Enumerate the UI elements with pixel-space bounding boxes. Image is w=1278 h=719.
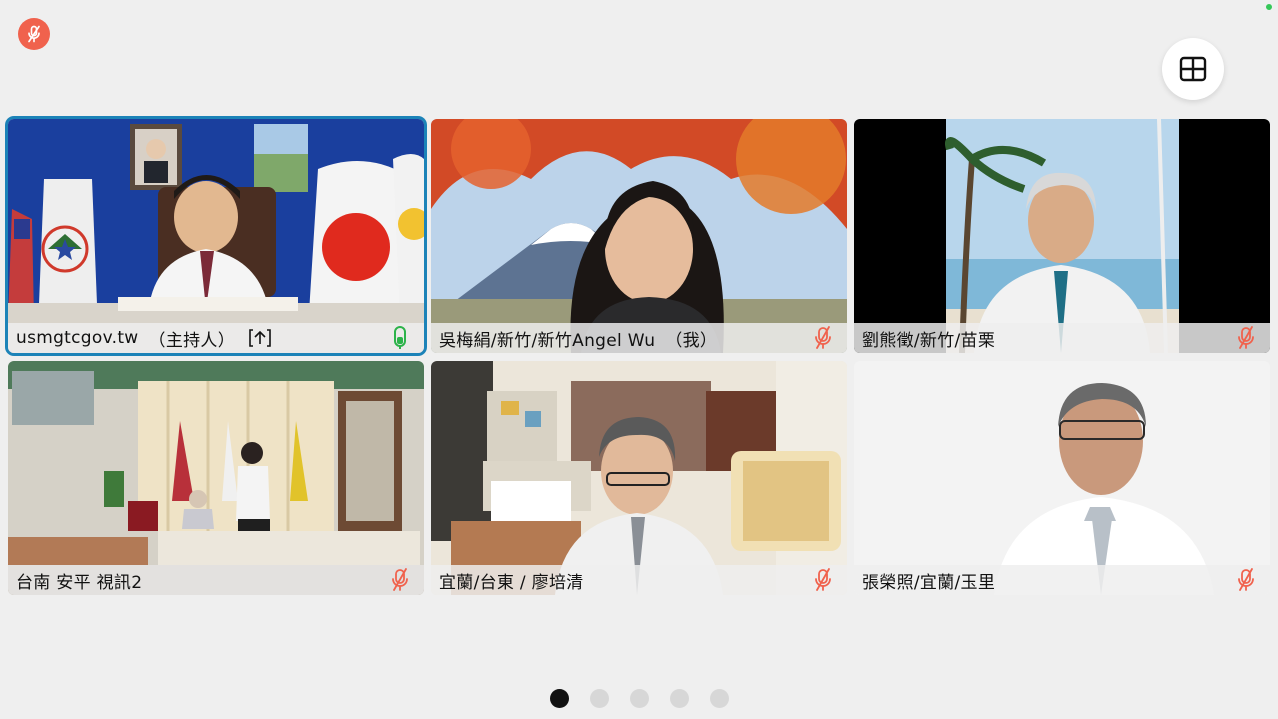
page-dot-4[interactable] <box>670 689 689 708</box>
participant-video <box>8 361 424 595</box>
host-badge: （主持人） <box>148 330 236 351</box>
participant-name-bar: 張榮照/宜蘭/玉里 <box>854 565 1270 595</box>
participant-video <box>431 361 847 595</box>
page-dot-1[interactable] <box>550 689 569 708</box>
participant-name-bar: usmgtcgov.tw （主持人） <box>8 323 424 353</box>
participant-video <box>854 119 1270 353</box>
participant-name-bar: 台南 安平 視訊2 <box>8 565 424 595</box>
mic-muted-icon <box>815 326 831 349</box>
participant-name: 宜蘭/台東 / 廖培清 <box>439 572 584 593</box>
mic-muted-icon <box>392 568 408 591</box>
participant-video <box>854 361 1270 595</box>
video-tile-participant[interactable]: 台南 安平 視訊2 <box>8 361 424 595</box>
page-dot-5[interactable] <box>710 689 729 708</box>
video-tile-participant[interactable]: 宜蘭/台東 / 廖培清 <box>431 361 847 595</box>
self-mute-button[interactable] <box>18 18 50 50</box>
video-tile-participant[interactable]: 劉熊徵/新竹/苗栗 <box>854 119 1270 353</box>
participant-name: 劉熊徵/新竹/苗栗 <box>862 330 996 351</box>
connection-status-dot <box>1266 4 1272 10</box>
participant-name-bar: 宜蘭/台東 / 廖培清 <box>431 565 847 595</box>
video-tile-participant[interactable]: 張榮照/宜蘭/玉里 <box>854 361 1270 595</box>
mic-muted-icon <box>815 568 831 591</box>
participant-name-bar: 劉熊徵/新竹/苗栗 <box>854 323 1270 353</box>
page-indicator <box>550 689 729 708</box>
grid-layout-icon <box>1179 56 1207 82</box>
participant-video <box>431 119 847 353</box>
screen-share-icon <box>249 328 271 348</box>
mic-muted-icon <box>1238 568 1254 591</box>
mic-active-icon <box>394 326 406 349</box>
participant-name-bar: 吳梅絹/新竹/新竹Angel Wu （我） <box>431 323 847 353</box>
participant-name: 張榮照/宜蘭/玉里 <box>862 572 996 593</box>
self-badge: （我） <box>665 330 718 351</box>
participant-name: 台南 安平 視訊2 <box>16 572 143 593</box>
layout-toggle-button[interactable] <box>1162 38 1224 100</box>
video-tile-host[interactable]: usmgtcgov.tw （主持人） <box>8 119 424 353</box>
video-tile-self[interactable]: 吳梅絹/新竹/新竹Angel Wu （我） <box>431 119 847 353</box>
participant-video <box>8 119 424 353</box>
page-dot-2[interactable] <box>590 689 609 708</box>
mic-muted-icon <box>1238 326 1254 349</box>
mic-muted-icon <box>28 25 40 43</box>
participant-name: 吳梅絹/新竹/新竹Angel Wu <box>439 330 656 351</box>
page-dot-3[interactable] <box>630 689 649 708</box>
participant-name: usmgtcgov.tw <box>16 328 139 348</box>
